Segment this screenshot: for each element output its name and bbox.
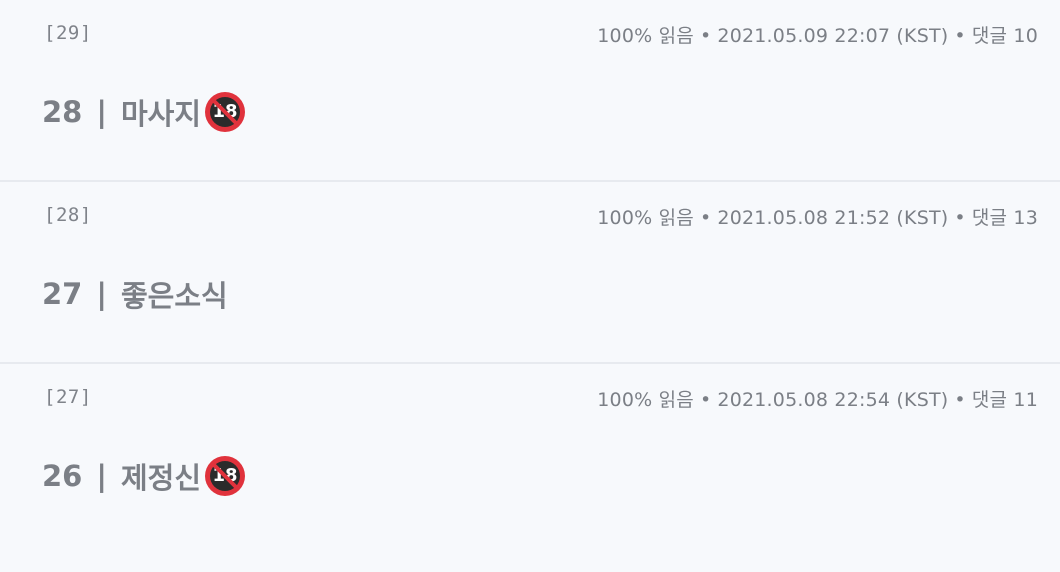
episode-title-number: 26 xyxy=(42,459,83,493)
episode-title-number: 27 xyxy=(42,277,83,311)
episode-number: [27] xyxy=(44,386,92,408)
title-divider: | xyxy=(96,95,107,129)
episode-list: [29] 100% 읽음 • 2021.05.09 22:07 (KST) • 댓글 1… xyxy=(0,0,1060,572)
episode-item-28[interactable]: [28] 100% 읽음 • 2021.05.08 21:52 (KST) • 댓글 1… xyxy=(0,182,1060,364)
comment-count: 댓글 11 xyxy=(971,389,1038,411)
episode-title-text: 마사지 xyxy=(120,97,201,131)
publish-datetime: 2021.05.08 22:54 (KST) xyxy=(717,389,949,411)
episode-meta: 100% 읽음 • 2021.05.08 22:54 (KST) • 댓글 11 xyxy=(597,385,1038,412)
no-under-18-icon: 18 xyxy=(205,92,245,132)
no-under-18-icon: 18 xyxy=(205,456,245,496)
meta-separator: • xyxy=(954,25,966,47)
episode-title-number: 28 xyxy=(42,95,83,129)
title-divider: | xyxy=(96,277,107,311)
publish-datetime: 2021.05.08 21:52 (KST) xyxy=(717,207,949,229)
meta-separator: • xyxy=(699,389,712,411)
read-progress: 100% 읽음 xyxy=(597,25,694,47)
episode-title-text: 좋은소식 xyxy=(120,279,228,313)
comment-count: 댓글 10 xyxy=(971,25,1038,47)
episode-title[interactable]: 28 | 마사지 18 xyxy=(42,91,245,133)
episode-meta: 100% 읽음 • 2021.05.08 21:52 (KST) • 댓글 13 xyxy=(597,203,1038,230)
episode-title-text: 제정신 xyxy=(120,461,201,495)
episode-title[interactable]: 27 | 좋은소식 xyxy=(42,273,228,315)
episode-item-29[interactable]: [29] 100% 읽음 • 2021.05.09 22:07 (KST) • 댓글 1… xyxy=(0,0,1060,182)
episode-number: [29] xyxy=(44,22,92,44)
meta-separator: • xyxy=(954,389,966,411)
title-divider: | xyxy=(96,459,107,493)
meta-separator: • xyxy=(699,25,712,47)
episode-number: [28] xyxy=(44,204,92,226)
meta-separator: • xyxy=(954,207,966,229)
episode-item-27[interactable]: [27] 100% 읽음 • 2021.05.08 22:54 (KST) • 댓글 1… xyxy=(0,364,1060,568)
comment-count: 댓글 13 xyxy=(971,207,1038,229)
meta-separator: • xyxy=(699,207,712,229)
episode-meta: 100% 읽음 • 2021.05.09 22:07 (KST) • 댓글 10 xyxy=(597,21,1038,48)
read-progress: 100% 읽음 xyxy=(597,207,694,229)
read-progress: 100% 읽음 xyxy=(597,389,694,411)
publish-datetime: 2021.05.09 22:07 (KST) xyxy=(717,25,949,47)
episode-title[interactable]: 26 | 제정신 18 xyxy=(42,455,245,497)
